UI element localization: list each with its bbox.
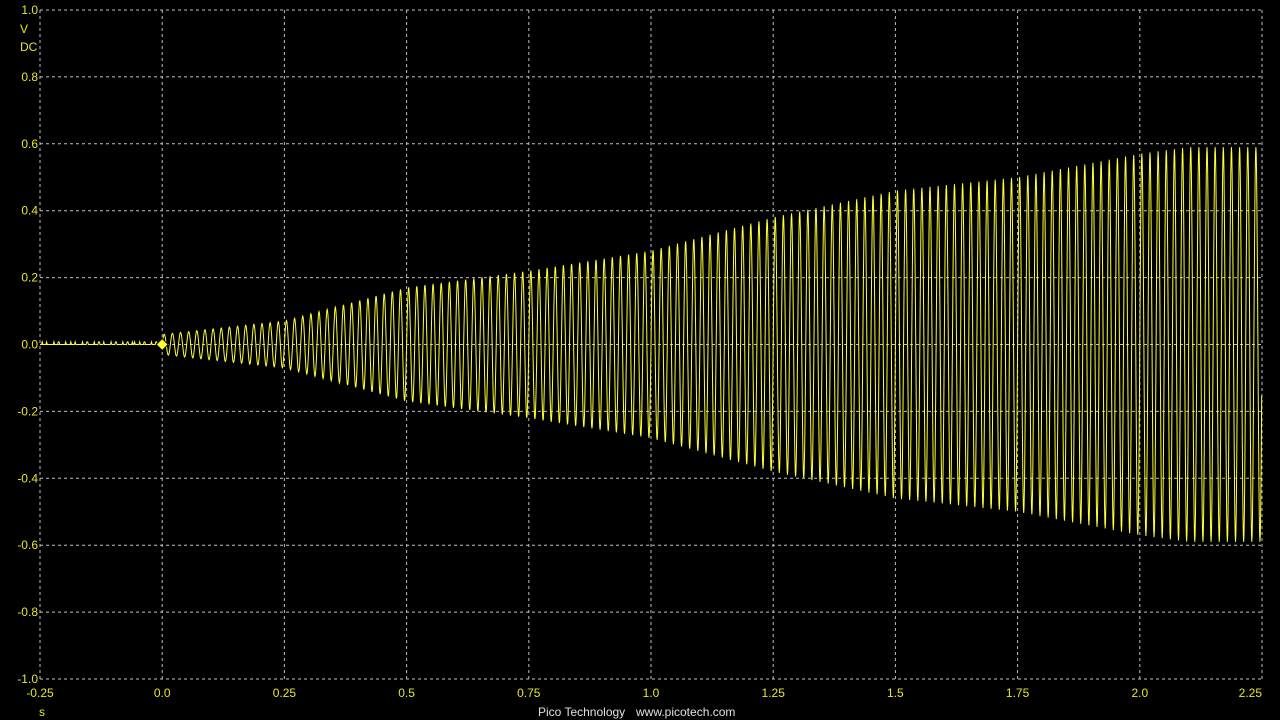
footer-brand: Pico Technology: [538, 705, 625, 719]
x-tick-label: 1.5: [887, 686, 904, 700]
y-tick-label: 0.4: [21, 204, 38, 218]
y-tick-label: -0.8: [17, 605, 38, 619]
x-tick-label: 2.0: [1131, 686, 1148, 700]
y-tick-label: 0.2: [21, 271, 38, 285]
y-tick-label: 0.6: [21, 137, 38, 151]
oscilloscope-chart: 1.0 0.8 0.6 0.4 0.2 0.0 -0.2 -0.4 -0.6 -0.8 -1.0-0…: [0, 0, 1280, 720]
y-coupling-label: DC: [20, 40, 38, 54]
y-tick-label: 0.8: [21, 70, 38, 84]
x-tick-label: -0.25: [26, 686, 54, 700]
y-tick-label: -1.0: [17, 672, 38, 686]
x-tick-label: 0.5: [398, 686, 415, 700]
y-tick-label: -0.2: [17, 404, 38, 418]
x-tick-label: 1.0: [643, 686, 660, 700]
x-unit-label: s: [39, 705, 45, 719]
x-tick-label: 2.25: [1239, 686, 1263, 700]
x-tick-label: 1.25: [762, 686, 786, 700]
footer-url: www.picotech.com: [635, 705, 735, 719]
y-tick-label: -0.4: [17, 471, 38, 485]
y-tick-label: 0.0: [21, 338, 38, 352]
x-tick-label: 0.75: [517, 686, 541, 700]
x-tick-label: 0.25: [273, 686, 297, 700]
y-unit-label: V: [20, 22, 28, 36]
y-tick-label: 1.0: [21, 3, 38, 17]
x-tick-label: 0.0: [154, 686, 171, 700]
y-tick-label: -0.6: [17, 538, 38, 552]
x-tick-label: 1.75: [1006, 686, 1030, 700]
